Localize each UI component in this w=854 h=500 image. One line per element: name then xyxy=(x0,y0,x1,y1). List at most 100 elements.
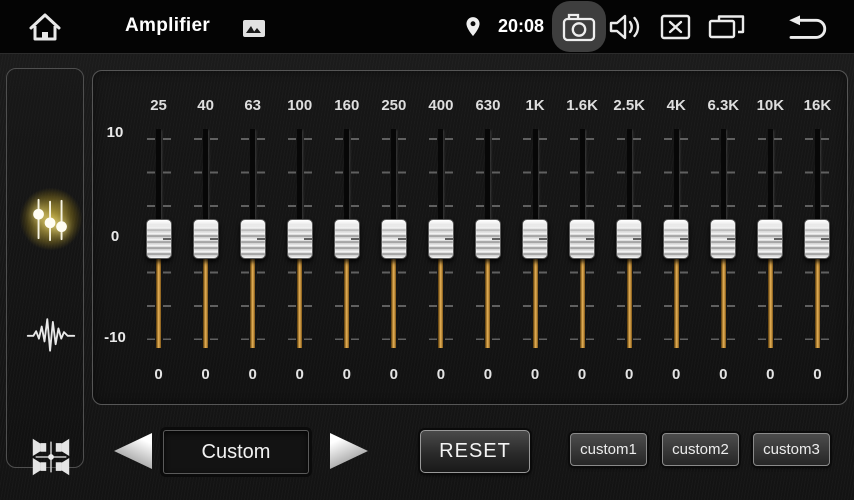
slider-knob[interactable] xyxy=(616,219,642,259)
band-slider[interactable] xyxy=(659,129,693,348)
band-value-label: 0 xyxy=(578,364,586,386)
eq-band-25: 25 0 xyxy=(135,71,182,404)
band-frequency-label: 160 xyxy=(334,95,359,117)
slider-knob[interactable] xyxy=(757,219,783,259)
custom3-button[interactable]: custom3 xyxy=(753,433,830,466)
volume-icon xyxy=(608,13,642,41)
slider-knob[interactable] xyxy=(193,219,219,259)
slider-knob[interactable] xyxy=(381,219,407,259)
slider-knob[interactable] xyxy=(522,219,548,259)
sidebar-item-balance-fader[interactable] xyxy=(19,425,83,489)
band-frequency-label: 16K xyxy=(804,95,832,117)
preset-prev-button[interactable] xyxy=(114,433,152,469)
band-frequency-label: 250 xyxy=(381,95,406,117)
close-icon xyxy=(660,14,691,40)
slider-knob[interactable] xyxy=(287,219,313,259)
location-indicator xyxy=(464,15,482,39)
band-slider[interactable] xyxy=(706,129,740,348)
back-button[interactable] xyxy=(785,14,833,41)
band-slider[interactable] xyxy=(753,129,787,348)
band-value-label: 0 xyxy=(766,364,774,386)
band-value-label: 0 xyxy=(390,364,398,386)
band-slider[interactable] xyxy=(236,129,270,348)
band-value-label: 0 xyxy=(437,364,445,386)
band-value-label: 0 xyxy=(296,364,304,386)
custom3-label: custom3 xyxy=(763,441,820,458)
slider-knob[interactable] xyxy=(146,219,172,259)
band-slider[interactable] xyxy=(377,129,411,348)
band-value-label: 0 xyxy=(201,364,209,386)
close-app-button[interactable] xyxy=(660,14,691,40)
eq-band-10k: 10K 0 xyxy=(747,71,794,404)
band-frequency-label: 40 xyxy=(197,95,214,117)
equalizer-panel: 10 0 -10 25 0 40 0 63 0 100 0 160 0 xyxy=(92,70,848,405)
eq-band-1k: 1K 0 xyxy=(512,71,559,404)
back-icon xyxy=(785,14,833,41)
status-bar: Amplifier 20:08 xyxy=(0,0,854,54)
slider-knob[interactable] xyxy=(663,219,689,259)
slider-knob[interactable] xyxy=(569,219,595,259)
band-slider[interactable] xyxy=(283,129,317,348)
eq-band-1.6k: 1.6K 0 xyxy=(559,71,606,404)
band-value-label: 0 xyxy=(531,364,539,386)
screenshot-button[interactable] xyxy=(552,1,606,52)
band-slider[interactable] xyxy=(565,129,599,348)
band-value-label: 0 xyxy=(154,364,162,386)
slider-knob[interactable] xyxy=(334,219,360,259)
band-slider[interactable] xyxy=(142,129,176,348)
band-slider[interactable] xyxy=(612,129,646,348)
custom1-button[interactable]: custom1 xyxy=(570,433,647,466)
db-scale-max: 10 xyxy=(95,124,135,141)
audio-settings-sidebar xyxy=(6,68,84,468)
eq-bands: 25 0 40 0 63 0 100 0 160 0 250 0 xyxy=(135,71,841,404)
custom2-button[interactable]: custom2 xyxy=(662,433,739,466)
band-value-label: 0 xyxy=(719,364,727,386)
sidebar-item-sound-effect[interactable] xyxy=(19,302,83,366)
eq-band-40: 40 0 xyxy=(182,71,229,404)
recent-apps-button[interactable] xyxy=(708,14,745,40)
preset-display: Custom xyxy=(163,430,309,474)
volume-button[interactable] xyxy=(608,13,642,41)
eq-band-63: 63 0 xyxy=(229,71,276,404)
slider-knob[interactable] xyxy=(804,219,830,259)
speaker-balance-icon xyxy=(28,434,74,480)
band-frequency-label: 400 xyxy=(428,95,453,117)
preset-label: Custom xyxy=(202,441,271,464)
eq-band-6.3k: 6.3K 0 xyxy=(700,71,747,404)
preset-next-button[interactable] xyxy=(330,433,368,469)
custom2-label: custom2 xyxy=(672,441,729,458)
eq-band-4k: 4K 0 xyxy=(653,71,700,404)
home-button[interactable] xyxy=(28,11,62,43)
band-frequency-label: 2.5K xyxy=(613,95,645,117)
clock: 20:08 xyxy=(492,16,550,37)
waveform-icon xyxy=(23,308,79,360)
band-slider[interactable] xyxy=(189,129,223,348)
recent-apps-icon xyxy=(708,14,745,40)
band-frequency-label: 630 xyxy=(475,95,500,117)
eq-band-250: 250 0 xyxy=(370,71,417,404)
camera-icon xyxy=(561,11,597,43)
band-value-label: 0 xyxy=(625,364,633,386)
band-frequency-label: 100 xyxy=(287,95,312,117)
eq-band-400: 400 0 xyxy=(417,71,464,404)
slider-knob[interactable] xyxy=(475,219,501,259)
slider-knob[interactable] xyxy=(710,219,736,259)
band-slider[interactable] xyxy=(471,129,505,348)
eq-band-160: 160 0 xyxy=(323,71,370,404)
reset-button[interactable]: RESET xyxy=(420,430,530,473)
band-slider[interactable] xyxy=(800,129,834,348)
band-slider[interactable] xyxy=(424,129,458,348)
slider-knob[interactable] xyxy=(428,219,454,259)
sidebar-item-equalizer[interactable] xyxy=(19,187,83,251)
db-scale-mid: 0 xyxy=(95,228,135,245)
slider-knob[interactable] xyxy=(240,219,266,259)
eq-band-630: 630 0 xyxy=(464,71,511,404)
band-slider[interactable] xyxy=(518,129,552,348)
reset-label: RESET xyxy=(439,440,511,463)
band-frequency-label: 1.6K xyxy=(566,95,598,117)
custom1-label: custom1 xyxy=(580,441,637,458)
band-slider[interactable] xyxy=(330,129,364,348)
db-scale-min: -10 xyxy=(95,329,135,346)
wallpaper-button[interactable] xyxy=(243,20,265,37)
band-value-label: 0 xyxy=(484,364,492,386)
